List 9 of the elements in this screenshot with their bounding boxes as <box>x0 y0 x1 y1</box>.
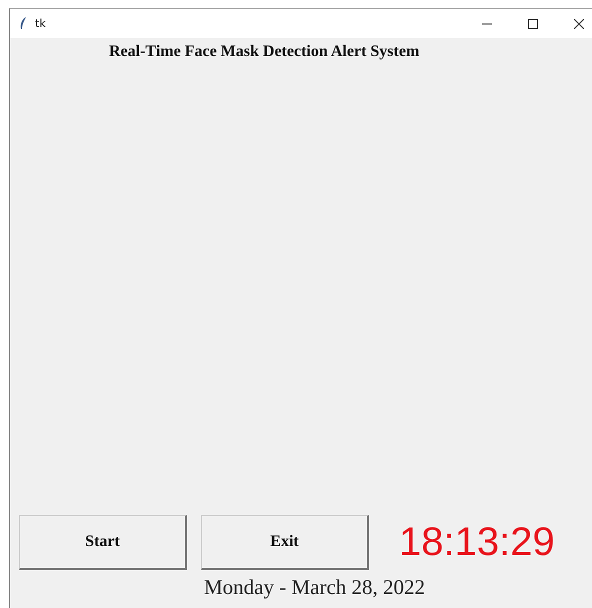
action-button[interactable]: Start <box>19 515 187 570</box>
clock-time: 18:13:29 <box>399 520 555 565</box>
date-label: Monday - March 28, 2022 <box>204 575 426 600</box>
close-icon[interactable] <box>574 18 584 28</box>
window-title: tk <box>35 17 46 30</box>
app-heading: Real-Time Face Mask Detection Alert System <box>109 43 420 61</box>
action-button[interactable]: Exit <box>201 515 369 570</box>
feather-icon <box>20 17 27 30</box>
maximize-icon[interactable] <box>528 18 538 28</box>
